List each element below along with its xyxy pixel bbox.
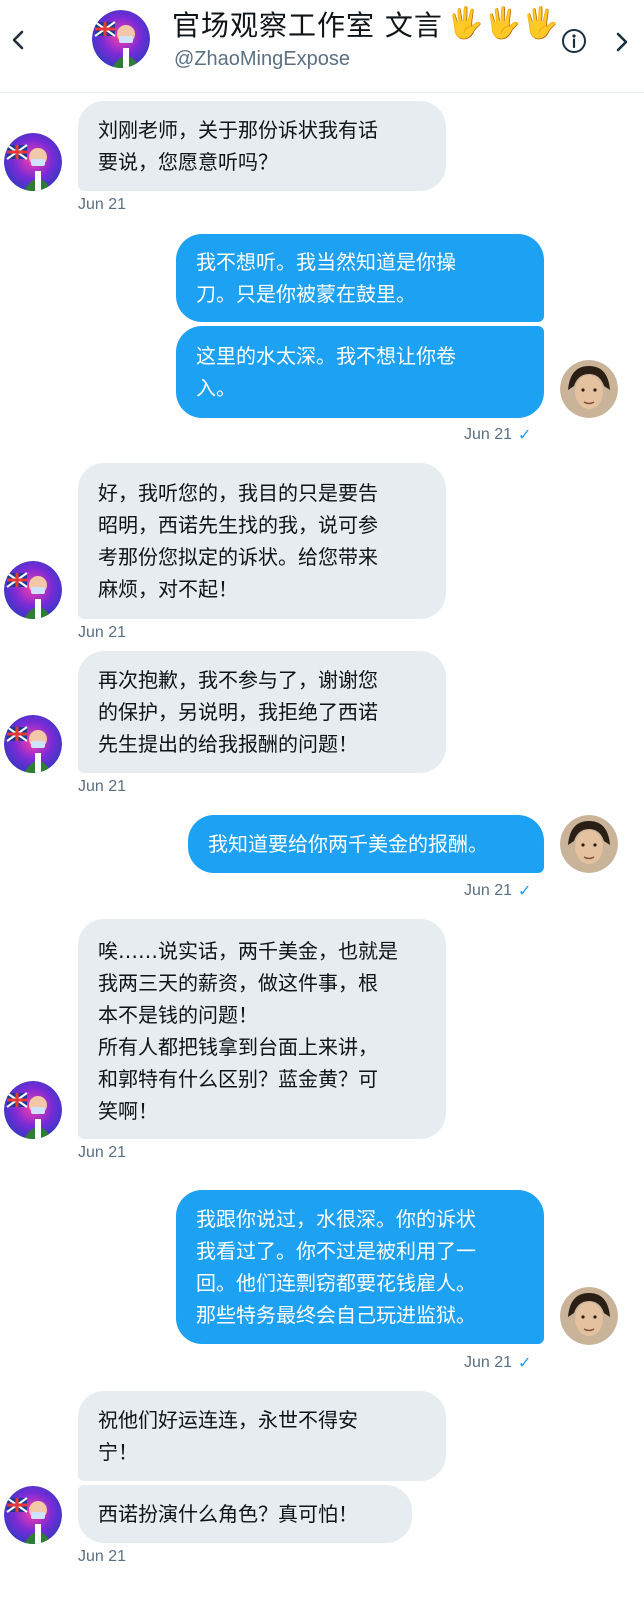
- info-icon: [562, 29, 586, 53]
- message-bubble-incoming[interactable]: 唉……说实话，两千美金，也就是 我两三天的薪资，做这件事，根 本不是钱的问题！ …: [78, 919, 446, 1139]
- message-timestamp: Jun 21: [464, 882, 513, 899]
- message-bubble-incoming[interactable]: 西诺扮演什么角色？真可怕！: [78, 1485, 412, 1543]
- message-timestamp: Jun 21: [78, 1144, 127, 1161]
- contact-avatar[interactable]: [4, 133, 62, 191]
- checkmark-icon: ✓: [518, 883, 532, 900]
- message-status: Jun 21 ✓: [464, 1353, 531, 1373]
- info-button[interactable]: [561, 28, 587, 54]
- chevron-right-icon: [616, 32, 628, 52]
- contact-avatar[interactable]: [4, 561, 62, 619]
- message-timestamp: Jun 21: [78, 778, 127, 795]
- conversation-header: 官场观察工作室 文言 🖐🖐🖐 @ZhaoMingExpose: [0, 0, 644, 93]
- contact-avatar[interactable]: [4, 1081, 62, 1139]
- user-avatar[interactable]: [560, 815, 618, 873]
- message-status: Jun 21 ✓: [464, 425, 531, 445]
- message-bubble-outgoing[interactable]: 我不想听。我当然知道是你操 刀。只是你被蒙在鼓里。: [176, 234, 544, 322]
- message-bubble-incoming[interactable]: 刘刚老师，关于那份诉状我有话 要说，您愿意听吗？: [78, 101, 446, 191]
- message-bubble-incoming[interactable]: 祝他们好运连连，永世不得安 宁！: [78, 1391, 446, 1481]
- message-bubble-incoming[interactable]: 再次抱歉，我不参与了，谢谢您 的保护，另说明，我拒绝了西诺 先生提出的给我报酬的…: [78, 651, 446, 773]
- contact-name: 官场观察工作室 文言: [172, 9, 443, 42]
- message-timestamp: Jun 21: [464, 1354, 513, 1371]
- message-bubble-outgoing[interactable]: 这里的水太深。我不想让你卷 入。: [176, 326, 544, 418]
- message-timestamp: Jun 21: [78, 196, 127, 213]
- user-avatar[interactable]: [560, 360, 618, 418]
- user-avatar[interactable]: [560, 1287, 618, 1345]
- message-timestamp: Jun 21: [464, 426, 513, 443]
- contact-avatar[interactable]: [4, 1486, 62, 1544]
- chevron-left-icon: [12, 30, 24, 50]
- contact-avatar[interactable]: [92, 10, 150, 68]
- checkmark-icon: ✓: [518, 1355, 532, 1372]
- checkmark-icon: ✓: [518, 427, 532, 444]
- message-status: Jun 21 ✓: [464, 881, 531, 901]
- message-bubble-outgoing[interactable]: 我跟你说过，水很深。你的诉状 我看过了。你不过是被利用了一 回。他们连剽窃都要花…: [176, 1190, 544, 1344]
- title-row: 官场观察工作室 文言 🖐🖐🖐: [172, 4, 559, 44]
- contact-handle: @ZhaoMingExpose: [174, 48, 350, 70]
- raised-hand-emoji-icon: 🖐🖐🖐: [446, 6, 559, 41]
- contact-avatar[interactable]: [4, 715, 62, 773]
- message-timestamp: Jun 21: [78, 624, 127, 641]
- next-button[interactable]: [612, 30, 632, 54]
- message-bubble-outgoing[interactable]: 我知道要给你两千美金的报酬。: [188, 815, 544, 873]
- back-button[interactable]: [6, 24, 32, 54]
- message-timestamp: Jun 21: [78, 1548, 127, 1565]
- message-bubble-incoming[interactable]: 好，我听您的，我目的只是要告 昭明，西诺先生找的我，说可参 考那份您拟定的诉状。…: [78, 463, 446, 619]
